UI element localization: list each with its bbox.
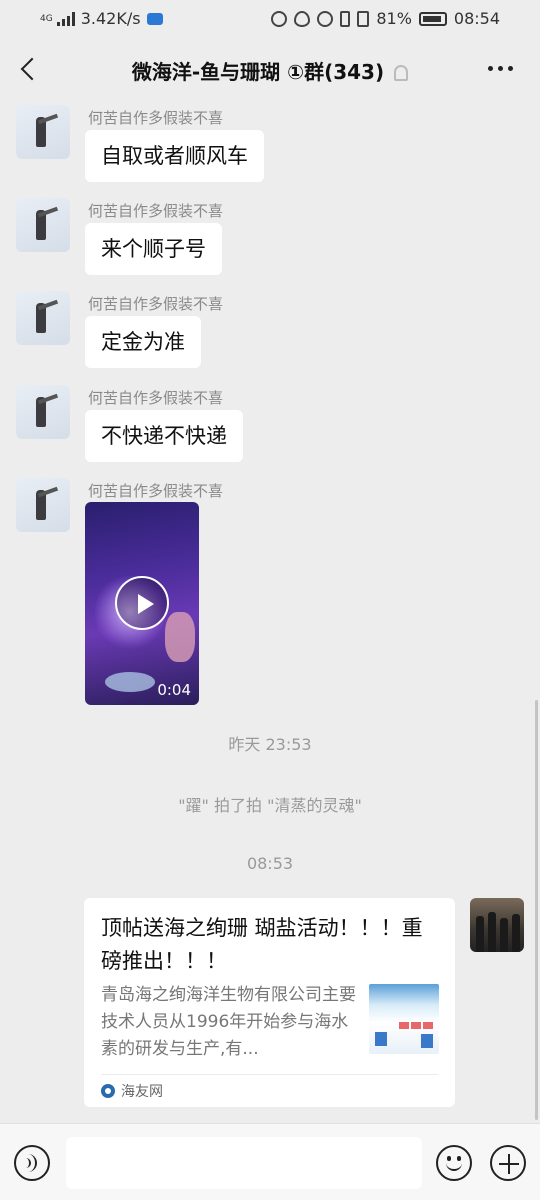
message-bubble[interactable]: 不快递不快递 <box>85 410 243 462</box>
play-icon[interactable] <box>115 576 169 630</box>
message-bubble[interactable]: 自取或者顺风车 <box>85 130 264 182</box>
link-card-title: 顶帖送海之绚珊 瑚盐活动！！！重磅推出！！！ <box>101 916 423 973</box>
avatar[interactable] <box>16 385 70 439</box>
signal-icon <box>56 11 75 26</box>
emoji-icon[interactable] <box>436 1145 472 1181</box>
plus-icon[interactable] <box>490 1145 526 1181</box>
network-speed: 3.42K/s <box>80 9 141 28</box>
system-notice: "躍" 拍了拍 "清蒸的灵魂" <box>178 796 362 815</box>
voice-icon[interactable] <box>14 1145 50 1181</box>
avatar[interactable] <box>16 478 70 532</box>
link-card-source: 海友网 <box>101 1081 163 1101</box>
status-bar: 4G 3.42K/s 81% 08:54 <box>0 0 540 38</box>
message-bubble[interactable]: 定金为准 <box>85 316 201 368</box>
link-card-description: 青岛海之绚海洋生物有限公司主要技术人员从1996年开始参与海水素的研发与生产,有… <box>101 985 356 1059</box>
message-bubble[interactable]: 来个顺子号 <box>85 223 222 275</box>
status-left: 4G 3.42K/s <box>40 9 163 28</box>
alarm-icon <box>317 10 334 27</box>
avatar[interactable] <box>16 291 70 345</box>
status-right: 81% 08:54 <box>271 9 500 28</box>
divider <box>101 1074 438 1075</box>
notification-app-icon <box>146 12 163 25</box>
sender-name: 何苦自作多假装不喜 <box>88 389 224 407</box>
scrollbar[interactable] <box>535 700 538 1120</box>
sender-name: 何苦自作多假装不喜 <box>88 109 224 127</box>
network-type: 4G <box>40 13 53 24</box>
avatar[interactable] <box>16 198 70 252</box>
chat-header: 微海洋-鱼与珊瑚 ①群(343) <box>0 38 540 100</box>
sender-name: 何苦自作多假装不喜 <box>88 202 224 220</box>
message-input[interactable] <box>66 1137 422 1189</box>
sender-name: 何苦自作多假装不喜 <box>88 482 224 500</box>
battery-icon <box>418 11 447 26</box>
chat-title: 微海洋-鱼与珊瑚 ①群(343) <box>0 56 540 85</box>
group-name: 微海洋-鱼与珊瑚 ①群(343) <box>131 60 385 84</box>
input-bar <box>0 1123 540 1200</box>
my-avatar[interactable] <box>470 898 524 952</box>
video-message[interactable]: 0:04 <box>85 502 199 705</box>
nfc-icon <box>271 10 288 27</box>
avatar[interactable] <box>16 105 70 159</box>
vibrate-icon <box>357 10 370 27</box>
timestamp: 昨天 23:53 <box>228 735 312 754</box>
more-icon[interactable] <box>488 60 518 76</box>
clock: 08:54 <box>453 9 500 28</box>
battery-percent: 81% <box>376 9 412 28</box>
bell-mute-icon <box>394 65 409 81</box>
source-logo-icon <box>101 1084 115 1098</box>
bluetooth-icon <box>340 10 351 27</box>
eye-icon <box>294 10 311 27</box>
link-card[interactable]: 顶帖送海之绚珊 瑚盐活动！！！重磅推出！！！ 青岛海之绚海洋生物有限公司主要技术… <box>84 898 455 1107</box>
timestamp: 08:53 <box>246 854 294 873</box>
video-duration: 0:04 <box>157 681 191 699</box>
chat-messages: 何苦自作多假装不喜 自取或者顺风车 何苦自作多假装不喜 来个顺子号 何苦自作多假… <box>0 100 540 1123</box>
sender-name: 何苦自作多假装不喜 <box>88 295 224 313</box>
link-card-thumbnail <box>369 984 439 1054</box>
source-name: 海友网 <box>121 1084 163 1100</box>
